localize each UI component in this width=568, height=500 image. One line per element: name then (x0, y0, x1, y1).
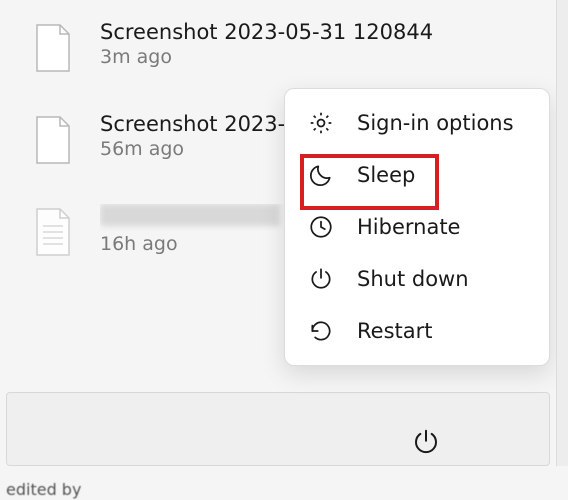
power-icon (307, 265, 335, 293)
gear-icon (307, 109, 335, 137)
menu-label: Hibernate (357, 215, 460, 239)
menu-item-restart[interactable]: Restart (289, 305, 545, 357)
document-icon (34, 208, 72, 256)
menu-item-sign-in-options[interactable]: Sign-in options (289, 97, 545, 149)
file-meta: Screenshot 2023-05-31 120844 3m ago (100, 20, 538, 68)
clock-icon (307, 213, 335, 241)
file-icon (34, 24, 72, 72)
footer-bar (6, 392, 550, 466)
restart-icon (307, 317, 335, 345)
cropped-caption: edited by (0, 480, 568, 499)
menu-label: Shut down (357, 267, 469, 291)
power-button[interactable] (402, 418, 450, 466)
scrollbar-rail[interactable] (556, 0, 568, 466)
menu-label: Sign-in options (357, 111, 514, 135)
menu-item-sleep[interactable]: Sleep (289, 149, 545, 201)
menu-item-shut-down[interactable]: Shut down (289, 253, 545, 305)
power-menu: Sign-in options Sleep Hibernate Shut dow… (284, 88, 550, 366)
file-item[interactable]: Screenshot 2023-05-31 120844 3m ago (34, 20, 538, 72)
moon-icon (307, 161, 335, 189)
menu-label: Restart (357, 319, 432, 343)
file-name: Screenshot 2023-05-31 120844 (100, 20, 538, 44)
menu-label: Sleep (357, 163, 415, 187)
file-icon (34, 116, 72, 164)
file-time: 3m ago (100, 46, 538, 68)
menu-item-hibernate[interactable]: Hibernate (289, 201, 545, 253)
